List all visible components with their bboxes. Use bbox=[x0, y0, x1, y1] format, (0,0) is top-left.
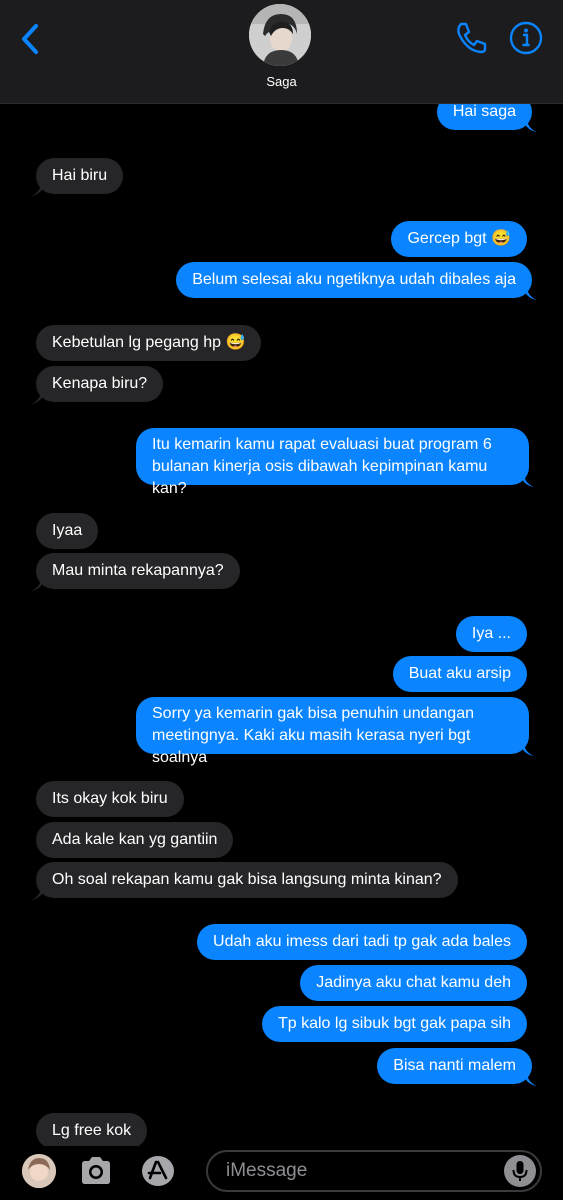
message-bubble-received[interactable]: Kenapa biru? bbox=[31, 366, 164, 404]
message-text: Buat aku arsip bbox=[408, 665, 511, 682]
message-composer bbox=[0, 1146, 563, 1200]
message-bubble-sent[interactable]: Iya ... bbox=[455, 616, 527, 652]
message-bubble-received[interactable]: Mau minta rekapannya? bbox=[31, 553, 240, 591]
message-bubble-received[interactable]: Oh soal rekapan kamu gak bisa langsung m… bbox=[31, 862, 458, 900]
message-text: Udah aku imess dari tadi tp gak ada bale… bbox=[213, 933, 511, 950]
message-bubble-received[interactable]: Kebetulan lg pegang hp 😅 bbox=[36, 325, 262, 361]
message-text: Bisa nanti malem bbox=[393, 1057, 516, 1074]
message-text: Oh soal rekapan kamu gak bisa langsung m… bbox=[52, 871, 442, 888]
app-store-icon[interactable] bbox=[140, 1154, 176, 1188]
message-text: Hai saga bbox=[452, 103, 516, 120]
message-text: Iyaa bbox=[52, 522, 83, 539]
message-text: Tp kalo lg sibuk bgt gak papa sih bbox=[277, 1015, 511, 1032]
microphone-icon[interactable] bbox=[504, 1155, 536, 1187]
message-bubble-received[interactable]: Ada kale kan yg gantiin bbox=[36, 822, 234, 858]
message-text: Itu kemarin kamu rapat evaluasi buat pro… bbox=[152, 436, 492, 497]
info-icon[interactable] bbox=[508, 20, 544, 56]
memoji-avatar-button[interactable] bbox=[22, 1154, 56, 1188]
message-bubble-received[interactable]: Its okay kok biru bbox=[36, 781, 184, 817]
message-text: Hai biru bbox=[52, 167, 108, 184]
message-bubble-sent[interactable]: Sorry ya kemarin gak bisa penuhin undang… bbox=[136, 697, 534, 766]
message-text: Jadinya aku chat kamu deh bbox=[316, 974, 511, 991]
message-text: Kenapa biru? bbox=[52, 375, 148, 392]
message-text: Iya ... bbox=[471, 625, 511, 642]
message-text: Lg free kok bbox=[52, 1122, 132, 1139]
message-bubble-sent[interactable]: Bisa nanti malem bbox=[377, 1048, 537, 1086]
message-text: Ada kale kan yg gantiin bbox=[52, 831, 218, 848]
contact-avatar[interactable] bbox=[249, 4, 311, 66]
message-bubble-sent[interactable]: Gercep bgt 😅 bbox=[391, 221, 527, 257]
message-text: Its okay kok biru bbox=[52, 790, 168, 807]
message-text: Gercep bgt 😅 bbox=[407, 230, 511, 247]
message-bubble-sent[interactable]: Itu kemarin kamu rapat evaluasi buat pro… bbox=[136, 428, 534, 497]
message-thread: Hai saga Hai biru Gercep bgt 😅 Belum sel… bbox=[0, 0, 563, 1200]
message-bubble-received[interactable]: Iyaa bbox=[36, 513, 99, 549]
imessage-input[interactable] bbox=[206, 1150, 542, 1192]
message-bubble-sent[interactable]: Jadinya aku chat kamu deh bbox=[300, 965, 527, 1001]
contact-name[interactable]: Saga bbox=[0, 74, 563, 89]
message-text: Belum selesai aku ngetiknya udah dibales… bbox=[192, 271, 516, 288]
message-bubble-received[interactable]: Lg free kok bbox=[36, 1113, 148, 1149]
message-text: Kebetulan lg pegang hp 😅 bbox=[52, 334, 246, 351]
message-text: Mau minta rekapannya? bbox=[52, 562, 224, 579]
message-bubble-received[interactable]: Hai biru bbox=[31, 158, 124, 196]
message-bubble-sent[interactable]: Buat aku arsip bbox=[392, 656, 527, 692]
message-bubble-sent[interactable]: Udah aku imess dari tadi tp gak ada bale… bbox=[197, 924, 527, 960]
message-bubble-sent[interactable]: Tp kalo lg sibuk bgt gak papa sih bbox=[261, 1006, 527, 1042]
conversation-header: Saga bbox=[0, 0, 563, 104]
message-bubble-sent[interactable]: Belum selesai aku ngetiknya udah dibales… bbox=[176, 262, 537, 300]
chevron-left-icon[interactable] bbox=[14, 20, 48, 58]
message-text: Sorry ya kemarin gak bisa penuhin undang… bbox=[152, 705, 474, 766]
phone-icon[interactable] bbox=[453, 20, 489, 56]
camera-icon[interactable] bbox=[78, 1154, 114, 1188]
